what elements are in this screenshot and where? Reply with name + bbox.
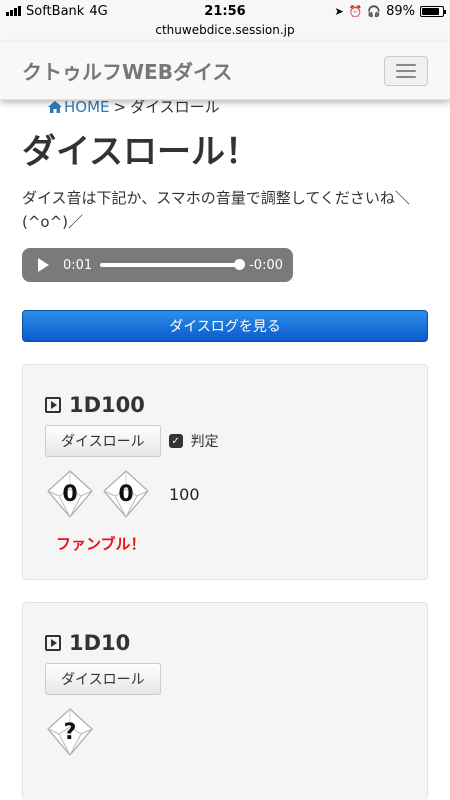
- carrier-label: SoftBank: [26, 3, 85, 19]
- breadcrumb-home-link[interactable]: HOME: [48, 98, 110, 116]
- url-bar[interactable]: cthuwebdice.session.jp: [0, 22, 450, 42]
- site-brand[interactable]: クトゥルフWEBダイス: [22, 56, 232, 85]
- die-value: 0: [118, 481, 134, 507]
- dice-roll-button[interactable]: ダイスロール: [45, 663, 161, 695]
- breadcrumb-separator: >: [113, 97, 127, 116]
- page-title: ダイスロール！: [22, 132, 259, 172]
- battery-percent: 89%: [386, 3, 415, 19]
- clock: 21:56: [204, 3, 246, 19]
- play-square-icon: [45, 397, 61, 413]
- dice-panel-1d100: 1D100 ダイスロール ✓ 判定 0 0 100 ファンブル！: [22, 364, 428, 580]
- status-bar: SoftBank 4G 21:56 ➤ ⏰ 🎧 89%: [0, 0, 450, 22]
- d10-die: 0: [45, 469, 95, 519]
- roll-result-fumble: ファンブル！: [56, 535, 146, 553]
- network-label: 4G: [89, 3, 108, 19]
- hamburger-icon: [396, 63, 416, 66]
- dice-total: 100: [169, 484, 200, 504]
- play-icon[interactable]: [38, 258, 49, 272]
- dice-roll-button[interactable]: ダイスロール: [45, 425, 161, 457]
- navbar: クトゥルフWEBダイス: [0, 42, 450, 100]
- audio-elapsed: 0:01: [63, 257, 93, 273]
- audio-remaining: -0:00: [249, 257, 283, 273]
- judge-checkbox-label: 判定: [190, 434, 219, 450]
- menu-toggle-button[interactable]: [384, 55, 428, 86]
- audio-player[interactable]: 0:01 -0:00: [22, 248, 293, 282]
- page-description: ダイス音は下記か、スマホの音量で調整してくださいね＼(^o^)／: [22, 189, 410, 231]
- die-value: ?: [63, 719, 77, 745]
- dice-panel-1d10: 1D10 ダイスロール ?: [22, 602, 428, 800]
- breadcrumb-home-label: HOME: [64, 97, 110, 116]
- d10-die: ?: [45, 707, 95, 757]
- panel-title: 1D100: [69, 393, 145, 417]
- location-icon: ➤: [334, 4, 344, 18]
- home-icon: [48, 100, 62, 113]
- battery-icon: [420, 5, 446, 17]
- die-value: 0: [62, 481, 78, 507]
- audio-seek-bar[interactable]: [100, 259, 246, 270]
- signal-icon: [6, 6, 21, 16]
- view-dice-log-button[interactable]: ダイスログを見る: [22, 310, 428, 342]
- alarm-icon: ⏰: [348, 4, 363, 18]
- judge-checkbox[interactable]: ✓: [168, 434, 183, 448]
- play-square-icon: [45, 635, 61, 651]
- headphones-icon: 🎧: [367, 4, 382, 18]
- audio-seek-handle[interactable]: [234, 259, 246, 270]
- panel-title: 1D10: [69, 631, 131, 655]
- d10-die: 0: [101, 469, 151, 519]
